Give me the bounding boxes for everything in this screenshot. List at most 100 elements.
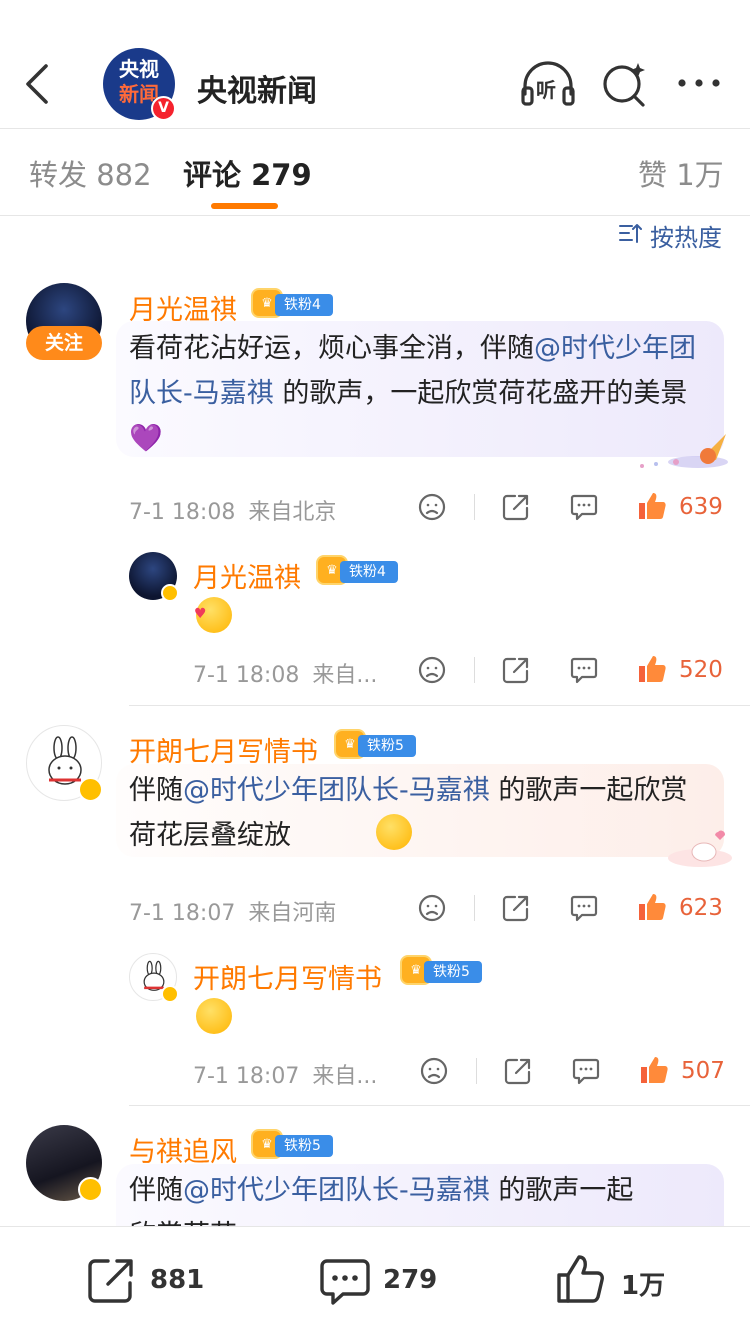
fan-badge-label: 铁粉4 xyxy=(340,561,398,583)
more-options-icon[interactable] xyxy=(676,76,722,90)
like-thumb-icon xyxy=(557,1255,604,1303)
hugging-face-emoji xyxy=(196,998,232,1034)
comment-timestamp: 7-1 18:08 xyxy=(129,500,236,525)
reply-username[interactable]: 月光温祺 xyxy=(193,556,301,595)
tab-comments[interactable]: 评论 279 xyxy=(183,152,312,194)
tab-likes[interactable]: 赞 1万 xyxy=(638,152,724,194)
fan-badge-label: 铁粉4 xyxy=(275,294,333,316)
verified-badge-icon xyxy=(78,777,103,802)
tab-repost-count: 882 xyxy=(96,158,152,192)
comment-location: 来自北京 xyxy=(248,500,337,525)
reply-comment-icon[interactable] xyxy=(569,492,599,522)
reply-username[interactable]: 开朗七月写情书 xyxy=(193,957,382,996)
verified-red-icon: V xyxy=(151,96,176,121)
like-count: 507 xyxy=(681,1058,725,1084)
fan-badge: ♛ 铁粉5 xyxy=(334,729,416,759)
tabs-divider xyxy=(0,215,750,216)
verified-badge-icon xyxy=(161,985,179,1003)
sort-icon xyxy=(619,224,642,243)
dislike-face-icon[interactable] xyxy=(417,492,447,522)
mention-link[interactable]: @时代少年团队长-马嘉祺 xyxy=(183,775,490,806)
purple-heart-emoji: 💜 xyxy=(129,423,163,454)
account-name[interactable]: 央视新闻 xyxy=(197,66,317,110)
logo-text-line1: 央视 xyxy=(119,57,159,81)
comment-text-body: 看荷花沾好运，烦心事全消，伴随 xyxy=(129,333,534,364)
tab-likes-count: 1万 xyxy=(676,158,724,192)
tab-comments-label: 评论 xyxy=(183,158,242,192)
decorative-sticker-icon xyxy=(668,830,732,867)
repost-icon[interactable] xyxy=(503,1056,533,1086)
action-divider xyxy=(474,657,475,683)
comment-button[interactable]: 279 xyxy=(319,1255,459,1307)
repost-count: 881 xyxy=(150,1265,205,1295)
comment-time: 7-1 18:08 来自北京 xyxy=(129,494,336,526)
decorative-sticker-icon xyxy=(640,434,728,468)
tab-active-indicator xyxy=(211,203,278,209)
search-icon[interactable] xyxy=(600,60,648,108)
reply-comment-icon[interactable] xyxy=(569,655,599,685)
repost-icon[interactable] xyxy=(501,655,531,685)
bottom-action-bar: 881 279 1万 xyxy=(0,1226,750,1334)
like-count: 1万 xyxy=(621,1271,666,1301)
reply-location: 来自... xyxy=(312,663,378,688)
action-divider xyxy=(474,895,475,921)
like-thumb-icon[interactable] xyxy=(636,490,668,522)
comment-text-body: 伴随 xyxy=(129,1175,183,1206)
tab-likes-label: 赞 xyxy=(638,158,668,192)
like-thumb-icon[interactable] xyxy=(636,653,668,685)
like-thumb-icon[interactable] xyxy=(636,891,668,923)
comment-divider xyxy=(129,1105,750,1106)
tab-comments-count: 279 xyxy=(251,158,312,192)
action-divider xyxy=(476,1058,477,1084)
repost-icon[interactable] xyxy=(501,893,531,923)
reply-comment-icon[interactable] xyxy=(571,1056,601,1086)
fan-badge-label: 铁粉5 xyxy=(358,735,416,757)
like-thumb-icon[interactable] xyxy=(638,1054,670,1086)
comment-time: 7-1 18:07 来自河南 xyxy=(129,895,336,927)
comment-location: 来自河南 xyxy=(248,901,337,926)
fan-badge: ♛ 铁粉4 xyxy=(316,555,398,585)
sort-label: 按热度 xyxy=(650,224,722,252)
comment-icon xyxy=(320,1259,370,1305)
comment-timestamp: 7-1 18:07 xyxy=(129,901,236,926)
action-divider xyxy=(474,494,475,520)
like-count: 520 xyxy=(679,657,723,683)
verified-badge-icon xyxy=(161,584,179,602)
header-divider xyxy=(0,128,750,129)
dislike-face-icon[interactable] xyxy=(417,655,447,685)
laughing-tears-emoji xyxy=(376,814,412,850)
comment-text-body: 的歌声一起 xyxy=(489,1175,634,1206)
reply-comment-icon[interactable] xyxy=(569,893,599,923)
dislike-face-icon[interactable] xyxy=(419,1056,449,1086)
back-arrow-icon[interactable] xyxy=(20,62,54,106)
fan-badge: ♛ 铁粉4 xyxy=(251,288,333,318)
reply-meta: 7-1 18:07 来自... xyxy=(193,1058,377,1090)
reply-timestamp: 7-1 18:08 xyxy=(193,663,300,688)
follow-button[interactable]: 关注 xyxy=(26,326,102,360)
like-count: 623 xyxy=(679,895,723,921)
comment-text-body: 的歌声，一起欣赏荷花盛开的美景 xyxy=(273,378,688,409)
fan-badge: ♛ 铁粉5 xyxy=(400,955,482,985)
comment-text-body: 伴随 xyxy=(129,775,183,806)
repost-button[interactable]: 881 xyxy=(86,1255,226,1307)
reply-meta: 7-1 18:08 来自... xyxy=(193,657,377,689)
like-count: 639 xyxy=(679,494,723,520)
tab-repost[interactable]: 转发 882 xyxy=(29,152,152,194)
heart-emoji-part: ♥ xyxy=(194,606,207,622)
comment-divider xyxy=(129,705,750,706)
tab-repost-label: 转发 xyxy=(29,158,88,192)
comment-count: 279 xyxy=(383,1265,438,1295)
like-button[interactable]: 1万 xyxy=(555,1253,695,1307)
reply-timestamp: 7-1 18:07 xyxy=(193,1064,300,1089)
comment-text: 伴随@时代少年团队长-马嘉祺 的歌声一起欣赏荷花层叠绽放 xyxy=(129,768,714,858)
repost-icon xyxy=(88,1259,133,1303)
fan-badge: ♛ 铁粉5 xyxy=(251,1129,333,1159)
reply-location: 来自... xyxy=(312,1064,378,1089)
repost-icon[interactable] xyxy=(501,492,531,522)
verified-badge-icon xyxy=(78,1177,103,1202)
dislike-face-icon[interactable] xyxy=(417,893,447,923)
fan-badge-label: 铁粉5 xyxy=(424,961,482,983)
listen-label: 听 xyxy=(536,78,556,102)
mention-link[interactable]: @时代少年团队长-马嘉祺 xyxy=(183,1175,490,1206)
fan-badge-label: 铁粉5 xyxy=(275,1135,333,1157)
